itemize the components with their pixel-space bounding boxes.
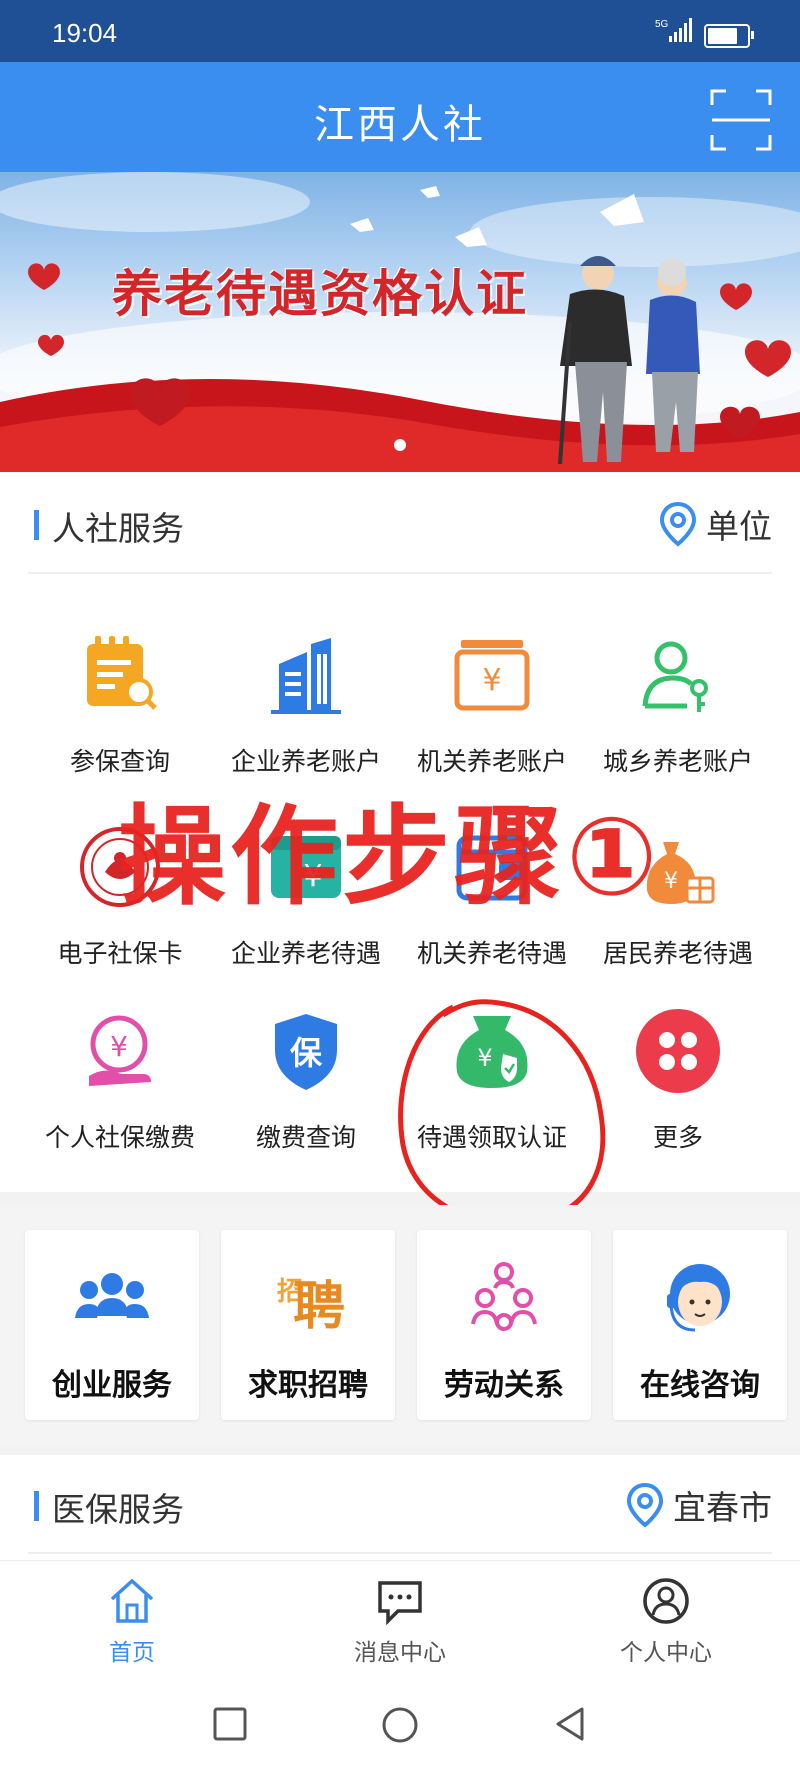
home-button-icon[interactable] (381, 1706, 419, 1744)
medical-services-header: 医保服务 宜春市 (0, 1455, 800, 1555)
nav-label: 首页 (109, 1640, 155, 1666)
nav-personal-center[interactable]: 个人中心 (566, 1575, 766, 1667)
document-search-icon (87, 636, 157, 710)
card-label: 在线咨询 (640, 1368, 760, 1403)
service-item-government-pension-account[interactable]: ¥ 机关养老账户 (394, 630, 590, 778)
service-item-payment-query[interactable]: 保 缴费查询 (208, 1006, 404, 1154)
recent-apps-icon[interactable] (212, 1706, 248, 1742)
bottom-navigation: 首页 消息中心 个人中心 (0, 1560, 800, 1679)
yuan-box-icon: ¥ (454, 640, 530, 711)
status-bar: 19:04 5G (0, 0, 800, 62)
card-label: 劳动关系 (444, 1368, 564, 1403)
service-label: 个人社保缴费 (44, 1123, 195, 1152)
page-title: 江西人社 (314, 102, 486, 148)
org-chart-icon (471, 1262, 537, 1331)
building-icon (271, 638, 341, 714)
annotation-step-text: 操作步骤① (118, 795, 662, 920)
scan-icon[interactable] (710, 89, 772, 151)
service-item-insurance-query[interactable]: 参保查询 (22, 630, 218, 778)
section-title: 人社服务 (52, 509, 184, 548)
nav-label: 消息中心 (354, 1640, 446, 1666)
recruit-icon: 招 聘 (277, 1277, 345, 1337)
service-item-personal-contribution[interactable]: ¥ 个人社保缴费 (22, 1006, 218, 1154)
service-label: 机关养老待遇 (416, 939, 567, 968)
service-label: 电子社保卡 (57, 939, 183, 968)
svg-text:¥: ¥ (482, 663, 501, 698)
hr-services-header: 人社服务 单位 (0, 474, 800, 574)
service-label: 居民养老待遇 (602, 939, 753, 968)
svg-text:保: 保 (290, 1034, 323, 1072)
location-pin-icon (659, 501, 697, 547)
back-icon[interactable] (552, 1706, 588, 1742)
location-label: 宜春市 (673, 1488, 772, 1527)
card-online-consultation[interactable]: 在线咨询 (613, 1230, 787, 1420)
nav-label: 个人中心 (620, 1640, 712, 1666)
person-key-icon (642, 641, 708, 712)
city-selector[interactable]: 宜春市 (625, 1481, 772, 1529)
carousel-dot (394, 439, 406, 451)
promo-banner[interactable]: 养老待遇资格认证 (0, 172, 800, 472)
svg-text:聘: 聘 (293, 1277, 345, 1337)
service-label: 缴费查询 (255, 1123, 356, 1152)
signal-icon: 5G (655, 18, 692, 42)
customer-service-icon (667, 1264, 730, 1332)
location-selector[interactable]: 单位 (658, 500, 772, 548)
card-entrepreneurship[interactable]: 创业服务 (25, 1230, 199, 1420)
section-title: 医保服务 (52, 1490, 184, 1529)
location-pin-icon (626, 1482, 664, 1528)
home-icon (110, 1578, 154, 1623)
shield-bao-icon: 保 (275, 1014, 337, 1090)
card-job-recruitment[interactable]: 招 聘 求职招聘 (221, 1230, 395, 1420)
svg-text:¥: ¥ (664, 869, 678, 894)
battery-icon (704, 24, 754, 48)
nav-messages[interactable]: 消息中心 (300, 1575, 500, 1667)
yuan-hand-icon: ¥ (89, 1015, 151, 1086)
message-icon (378, 1581, 422, 1626)
service-item-urban-rural-pension-account[interactable]: 城乡养老账户 (580, 630, 776, 778)
service-label: 企业养老待遇 (230, 939, 381, 968)
system-navigation-bar (0, 1678, 800, 1778)
svg-text:¥: ¥ (110, 1030, 128, 1063)
annotation-circle (398, 999, 606, 1226)
app-header: 江西人社 (0, 62, 800, 172)
group-icon (75, 1273, 149, 1318)
status-time: 19:04 (52, 18, 118, 48)
nav-home[interactable]: 首页 (32, 1575, 232, 1667)
more-grid-icon (636, 1009, 720, 1093)
network-label: 5G (655, 19, 669, 30)
location-label: 单位 (706, 507, 772, 546)
card-label: 创业服务 (52, 1368, 172, 1403)
card-label: 求职招聘 (248, 1368, 368, 1403)
user-icon (643, 1578, 689, 1624)
banner-headline: 养老待遇资格认证 (112, 264, 528, 323)
card-labor-relations[interactable]: 劳动关系 (417, 1230, 591, 1420)
service-item-enterprise-pension-account[interactable]: 企业养老账户 (208, 630, 404, 778)
quick-services-panel: 创业服务 招 聘 求职招聘 劳动关系 在线咨询 (0, 1205, 800, 1445)
